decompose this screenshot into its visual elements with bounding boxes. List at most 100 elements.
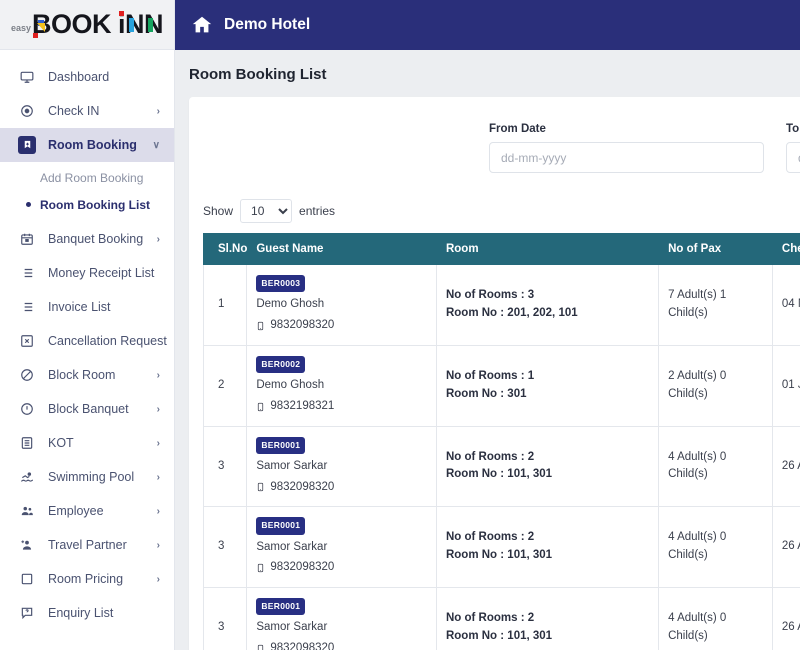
guest-phone: 9832098320	[256, 640, 427, 650]
table-row[interactable]: 3 BER0001 Samor Sarkar 9832098320 No of Room…	[202, 425, 800, 508]
room-numbers-text: Room No : 301	[445, 387, 527, 400]
guest-phone-text: 9832098320	[270, 480, 335, 493]
home-icon[interactable]	[190, 13, 214, 37]
user-plus-icon	[18, 536, 36, 554]
table-header-row: Sl.NoGuest NameRoomNo of PaxCheckinCheck…	[202, 233, 800, 265]
to-date-label: To Date	[786, 123, 800, 135]
chevron-right-icon: ›	[156, 233, 160, 245]
from-date-label: From Date	[489, 123, 546, 135]
booking-id-badge: BER0001	[256, 517, 306, 535]
cell-no-of-pax: 4 Adult(s) 0 Child(s)	[658, 425, 773, 508]
chevron-right-icon: ›	[156, 471, 160, 483]
table-row[interactable]: 3 BER0001 Samor Sarkar 9832098320 No of Room…	[202, 506, 800, 589]
guest-name-text: Samor Sarkar	[256, 459, 328, 472]
booking-id-badge: BER0001	[256, 598, 306, 616]
column-header-sl-no[interactable]: Sl.No	[202, 233, 247, 265]
cell-checkin-date: 26 Apr, 2023	[771, 425, 800, 508]
chevron-right-icon: ›	[156, 403, 160, 415]
sidebar-item-kot[interactable]: KOT ›	[0, 426, 174, 460]
sidebar-item-label: Cancellation Request	[48, 334, 167, 348]
sidebar-item-label: Banquet Booking	[48, 232, 144, 246]
entries-per-page-select[interactable]: 102550100	[240, 199, 293, 223]
cell-guest-name: BER0001 Samor Sarkar 9832098320	[246, 587, 437, 650]
cell-room: No of Rooms : 1 Room No : 301	[435, 344, 660, 427]
sidebar-item-room-pricing[interactable]: Room Pricing ›	[0, 562, 174, 596]
column-header-checkin[interactable]: Checkin	[771, 233, 800, 265]
cell-guest-name: BER0001 Samor Sarkar 9832098320	[246, 425, 437, 508]
booking-id-badge: BER0003	[256, 275, 306, 293]
no-of-rooms-text: No of Rooms : 2	[445, 612, 535, 625]
column-header-room[interactable]: Room	[435, 233, 660, 265]
guest-phone-text: 9832198321	[270, 399, 335, 412]
mobile-phone-icon	[256, 481, 265, 493]
sidebar-item-money-receipt-list[interactable]: Money Receipt List	[0, 256, 174, 290]
sidebar-item-travel-partner[interactable]: Travel Partner ›	[0, 528, 174, 562]
table-body: 1 BER0003 Demo Ghosh 9832098320 No of Rooms …	[202, 264, 800, 650]
x-square-icon	[18, 332, 36, 350]
logo-wordmark: BOOK iNN	[31, 9, 164, 39]
hotel-name-title: Demo Hotel	[224, 16, 311, 33]
guest-phone: 9832098320	[256, 317, 427, 335]
guest-name-text: Samor Sarkar	[256, 621, 328, 634]
sidebar-item-room-booking[interactable]: Room Booking ∨	[0, 128, 174, 162]
room-numbers-text: Room No : 101, 301	[445, 630, 553, 643]
sidebar-item-banquet-booking[interactable]: Banquet Booking ›	[0, 222, 174, 256]
sidebar-subitem-room-booking-list[interactable]: Room Booking List	[0, 191, 174, 218]
sidebar-item-dashboard[interactable]: Dashboard	[0, 60, 174, 94]
cell-checkin-date: 26 Apr, 2023	[771, 587, 800, 650]
room-numbers-text: Room No : 201, 202, 101	[445, 306, 578, 319]
monitor-icon	[18, 68, 36, 86]
guest-name-text: Demo Ghosh	[256, 298, 325, 311]
room-booking-submenu: Add Room Booking Room Booking List	[0, 162, 174, 222]
guest-phone: 9832098320	[256, 559, 427, 577]
active-dot-icon	[26, 175, 31, 180]
sidebar-item-label: Room Booking	[48, 138, 137, 152]
table-row[interactable]: 3 BER0001 Samor Sarkar 9832098320 No of Room…	[202, 587, 800, 650]
chevron-right-icon: ›	[156, 539, 160, 551]
alert-circle-icon	[18, 400, 36, 418]
table-row[interactable]: 1 BER0003 Demo Ghosh 9832098320 No of Rooms …	[202, 264, 800, 346]
sidebar: easy BOOK iNN Dashboard Check IN › Room Boo…	[0, 0, 175, 650]
sidebar-subitem-add-room-booking[interactable]: Add Room Booking	[0, 164, 174, 191]
guest-phone-text: 9832098320	[270, 318, 335, 331]
guest-phone-text: 9832098320	[270, 642, 335, 650]
sidebar-item-swimming-pool[interactable]: Swimming Pool ›	[0, 460, 174, 494]
booking-id-badge: BER0001	[256, 436, 306, 454]
sidebar-item-label: Room Pricing	[48, 572, 124, 586]
guest-phone: 9832098320	[256, 479, 427, 497]
brand-logo[interactable]: easy BOOK iNN	[0, 0, 174, 50]
to-date-input[interactable]	[786, 142, 800, 173]
sidebar-item-block-banquet[interactable]: Block Banquet ›	[0, 392, 174, 426]
cell-checkin-date: 01 Jun, 2023	[771, 344, 800, 427]
column-header-no-of-pax[interactable]: No of Pax	[658, 233, 773, 265]
chevron-right-icon: ›	[156, 505, 160, 517]
column-header-guest-name[interactable]: Guest Name	[246, 233, 437, 265]
no-of-rooms-text: No of Rooms : 2	[445, 450, 535, 463]
sidebar-item-enquiry-list[interactable]: Enquiry List	[0, 596, 174, 630]
sidebar-item-label: Dashboard	[48, 70, 110, 84]
sidebar-item-cancellation-request[interactable]: Cancellation Request	[0, 324, 174, 358]
no-of-rooms-text: No of Rooms : 1	[445, 369, 535, 382]
to-date-group: To Date	[786, 123, 800, 173]
table-scroll-region[interactable]: Sl.NoGuest NameRoomNo of PaxCheckinCheck…	[189, 233, 800, 650]
sidebar-item-invoice-list[interactable]: Invoice List	[0, 290, 174, 324]
table-row[interactable]: 2 BER0002 Demo Ghosh 9832198321 No of Rooms …	[202, 344, 800, 427]
table-head: Sl.NoGuest NameRoomNo of PaxCheckinCheck…	[202, 233, 800, 265]
mobile-phone-icon	[256, 562, 265, 574]
chevron-right-icon: ›	[156, 437, 160, 449]
guest-phone-text: 9832098320	[270, 561, 335, 574]
mobile-phone-icon	[256, 320, 265, 332]
sidebar-item-block-room[interactable]: Block Room ›	[0, 358, 174, 392]
users-icon	[18, 502, 36, 520]
sidebar-item-employee[interactable]: Employee ›	[0, 494, 174, 528]
sidebar-item-label: Travel Partner	[48, 538, 127, 552]
cell-serial-number: 1	[202, 264, 248, 346]
cell-room: No of Rooms : 2 Room No : 101, 301	[435, 506, 660, 589]
slash-circle-icon	[18, 366, 36, 384]
no-of-rooms-text: No of Rooms : 3	[445, 289, 535, 302]
sidebar-subitem-label: Add Room Booking	[40, 170, 144, 185]
from-date-input[interactable]	[489, 142, 764, 173]
sidebar-item-check-in[interactable]: Check IN ›	[0, 94, 174, 128]
room-numbers-text: Room No : 101, 301	[445, 549, 553, 562]
calendar-icon	[18, 230, 36, 248]
